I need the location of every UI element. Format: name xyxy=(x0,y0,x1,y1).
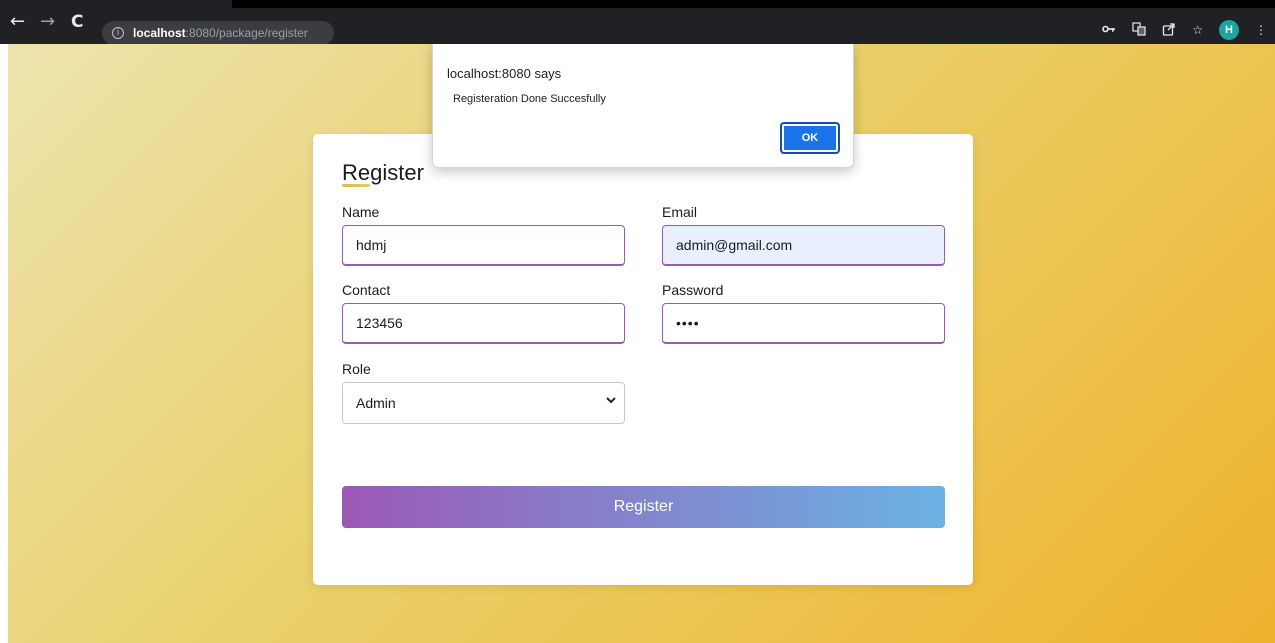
page-title: Register xyxy=(342,160,424,185)
share-icon[interactable] xyxy=(1162,22,1176,39)
contact-field[interactable]: 123456 xyxy=(342,303,625,344)
role-label: Role xyxy=(342,361,371,377)
url-host: localhost xyxy=(133,26,186,40)
dialog-title: localhost:8080 says xyxy=(447,66,562,81)
profile-avatar[interactable]: H xyxy=(1219,20,1239,40)
browser-toolbar: ← → C i localhost:8080/package/register … xyxy=(0,0,1275,45)
email-label: Email xyxy=(662,204,698,220)
password-field[interactable]: •••• xyxy=(662,303,945,344)
dialog-message: Registeration Done Succesfully xyxy=(453,93,606,105)
reload-icon[interactable]: C xyxy=(71,13,83,31)
translate-icon[interactable] xyxy=(1132,21,1146,39)
role-select[interactable]: Admin xyxy=(342,382,625,424)
title-underline xyxy=(342,184,370,187)
alert-dialog: localhost:8080 says Registeration Done S… xyxy=(432,44,854,168)
url-path: :8080/package/register xyxy=(185,26,308,40)
top-strip xyxy=(232,0,1275,8)
role-selected-value: Admin xyxy=(356,395,396,411)
arrow-right-icon[interactable]: → xyxy=(40,13,55,31)
register-button[interactable]: Register xyxy=(342,486,945,528)
contact-label: Contact xyxy=(342,282,391,298)
key-icon[interactable] xyxy=(1102,23,1116,37)
email-field[interactable]: admin@gmail.com xyxy=(662,225,945,266)
register-card: Register Name hdmj Email admin@gmail.com… xyxy=(313,134,973,585)
arrow-left-icon[interactable]: ← xyxy=(10,13,25,31)
info-icon[interactable]: i xyxy=(112,27,124,39)
more-icon[interactable]: ⋮ xyxy=(1255,23,1267,37)
star-icon[interactable]: ☆ xyxy=(1192,23,1203,37)
password-label: Password xyxy=(662,282,724,298)
chevron-down-icon xyxy=(606,396,616,407)
toolbar-icons: ☆ H ⋮ xyxy=(1102,20,1267,40)
name-label: Name xyxy=(342,204,380,220)
address-bar[interactable]: i localhost:8080/package/register xyxy=(102,21,334,45)
name-field[interactable]: hdmj xyxy=(342,225,625,266)
ok-button[interactable]: OK xyxy=(780,122,840,154)
